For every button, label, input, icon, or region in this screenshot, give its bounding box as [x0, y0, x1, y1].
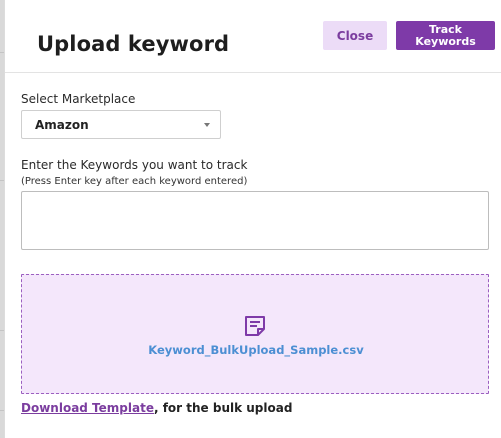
marketplace-selected-value: Amazon: [35, 118, 89, 132]
uploaded-file-name[interactable]: Keyword_BulkUpload_Sample.csv: [22, 343, 490, 357]
download-template-link[interactable]: Download Template: [21, 401, 154, 415]
close-button[interactable]: Close: [323, 21, 387, 50]
panel-header: Upload keyword Close Track Keywords: [5, 0, 501, 73]
page-title: Upload keyword: [37, 32, 230, 56]
upload-keyword-panel: Upload keyword Close Track Keywords Sele…: [4, 0, 501, 438]
download-template-suffix: , for the bulk upload: [153, 401, 293, 415]
download-template-row: Download Template, for the bulk upload: [21, 401, 292, 415]
file-document-icon: [245, 316, 265, 336]
keywords-hint: (Press Enter key after each keyword ente…: [21, 176, 248, 187]
keywords-label: Enter the Keywords you want to track: [21, 158, 248, 172]
marketplace-label: Select Marketplace: [21, 92, 136, 106]
track-keywords-button[interactable]: Track Keywords: [396, 21, 495, 50]
file-dropzone[interactable]: Keyword_BulkUpload_Sample.csv: [21, 274, 489, 394]
marketplace-select[interactable]: Amazon: [21, 110, 221, 139]
chevron-down-icon: [204, 123, 210, 127]
keywords-input[interactable]: [21, 191, 489, 250]
